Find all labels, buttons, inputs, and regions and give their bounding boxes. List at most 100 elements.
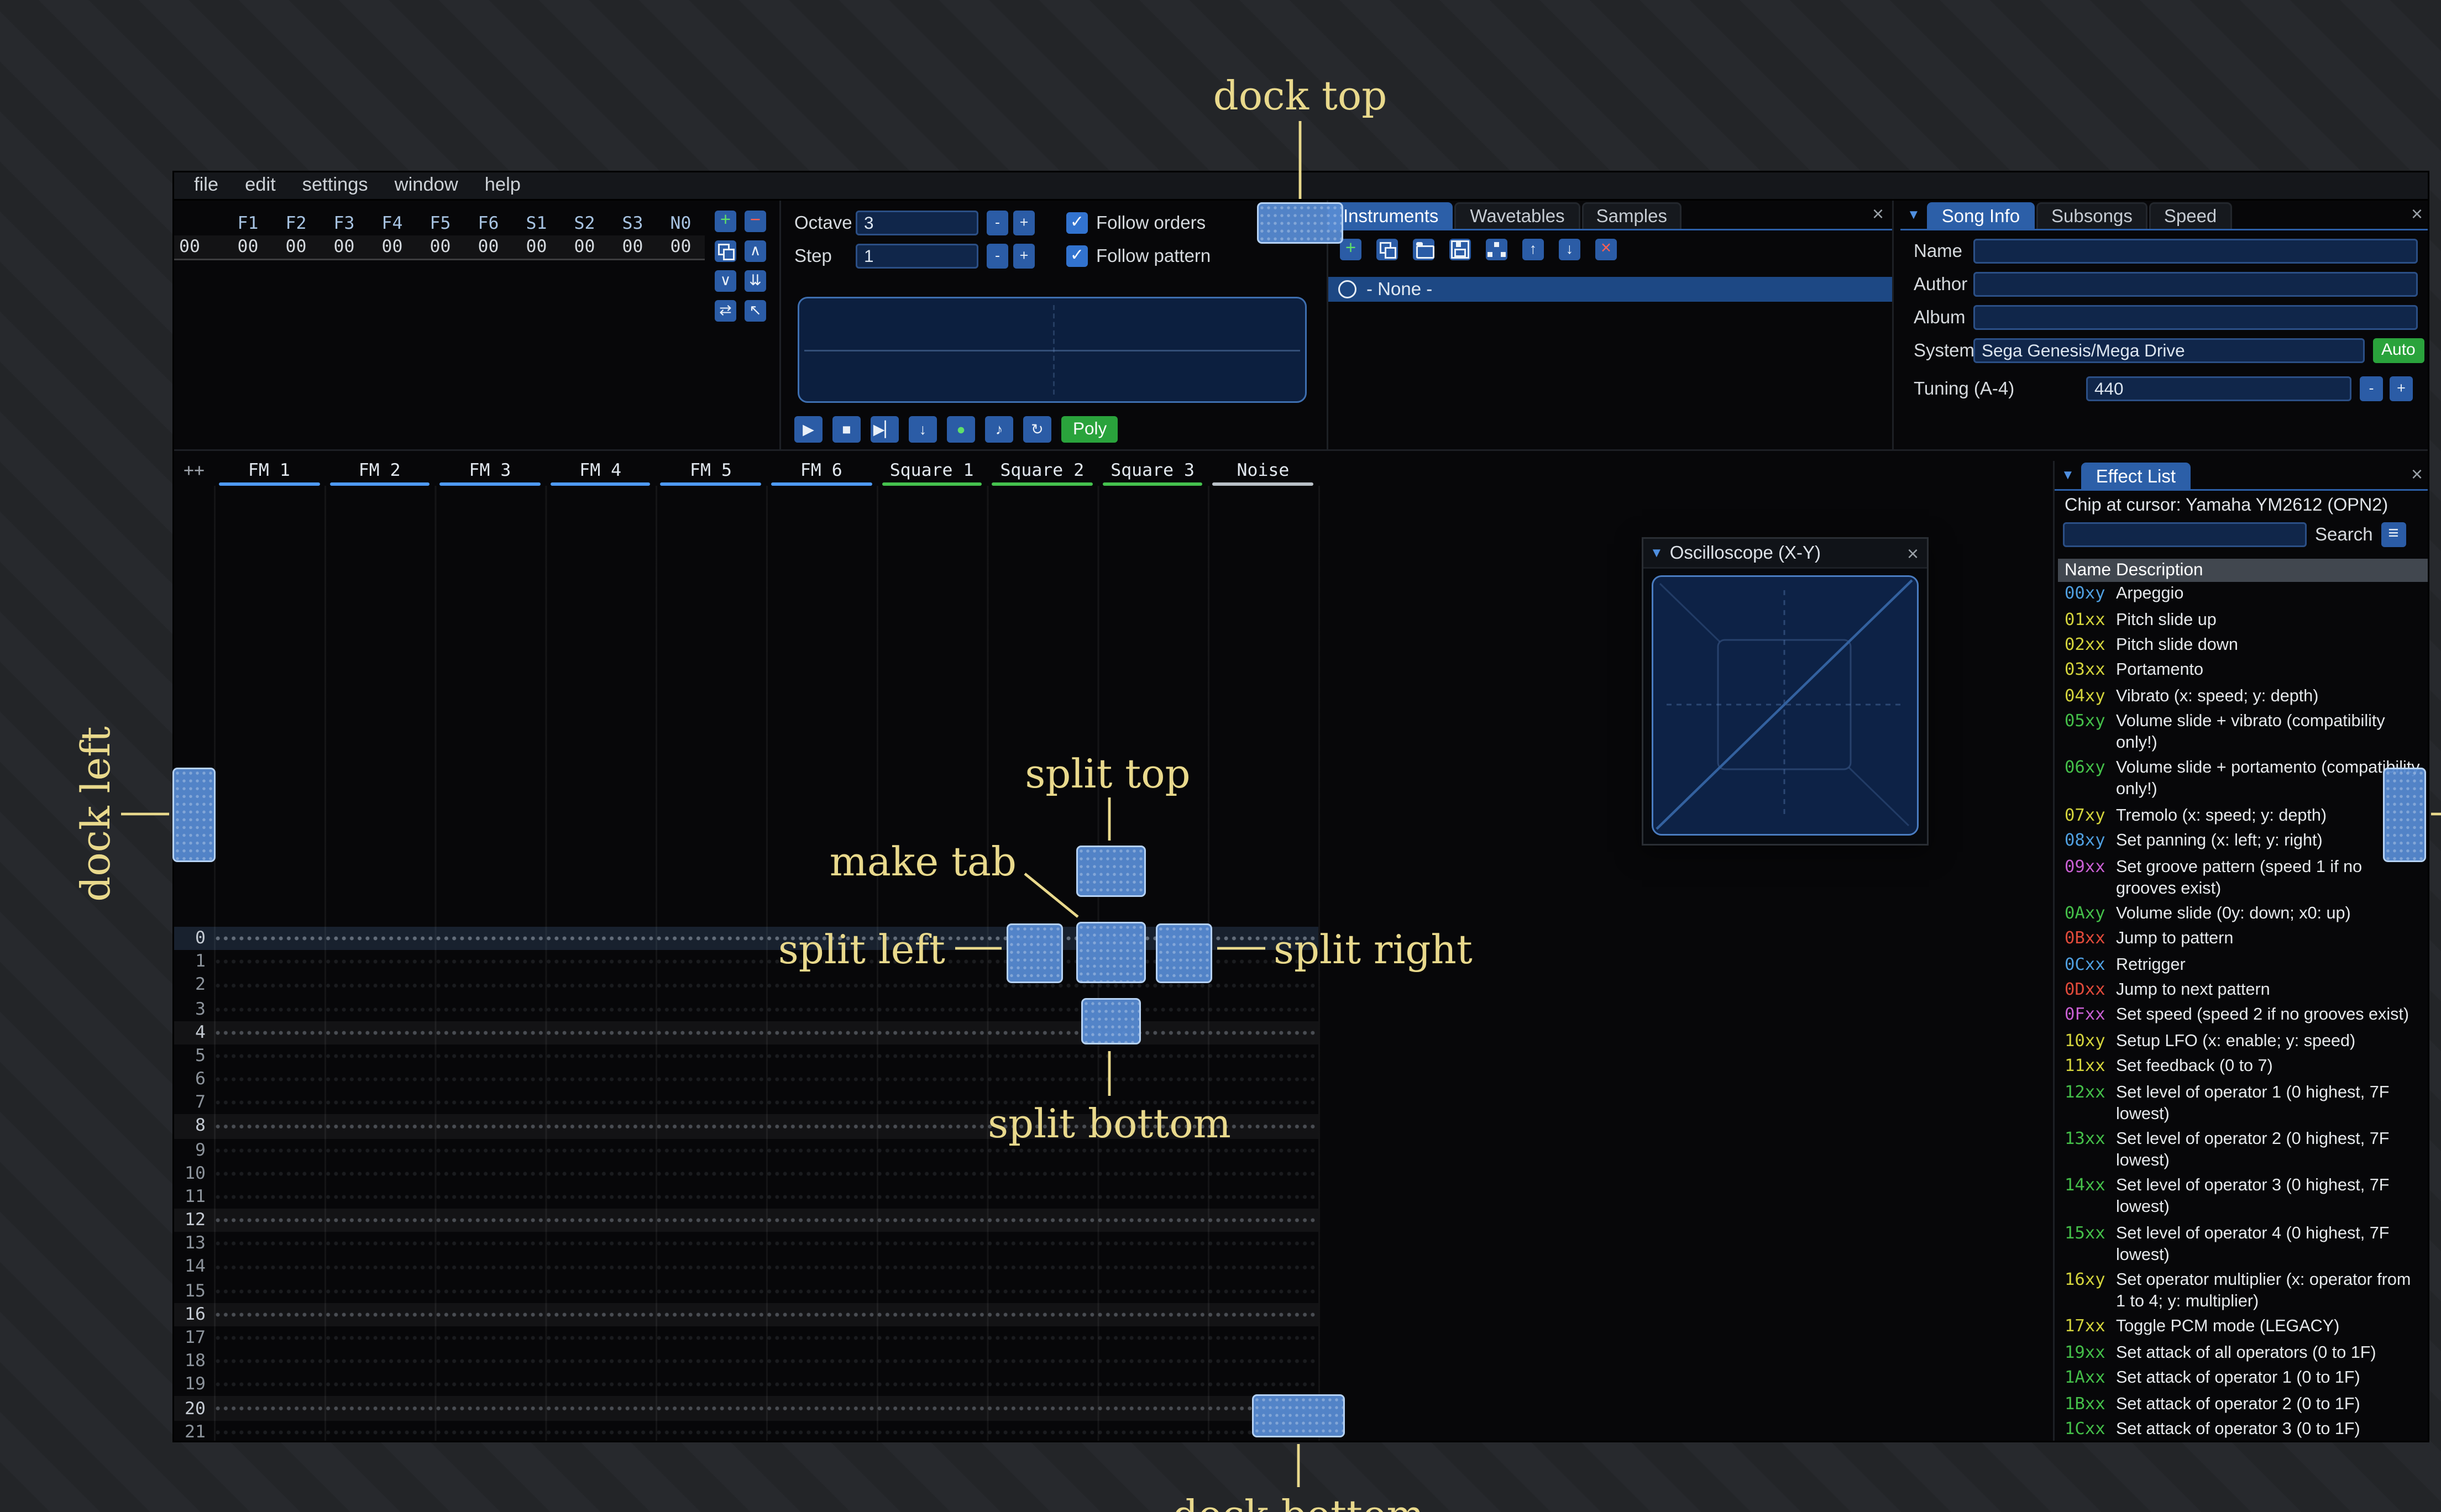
follow-pattern-checkbox[interactable]: ✓ bbox=[1066, 245, 1088, 267]
channel-header[interactable]: FM 1 bbox=[214, 461, 324, 486]
octave-input[interactable] bbox=[856, 211, 978, 235]
channel-header[interactable]: FM 6 bbox=[766, 461, 877, 486]
channel-header[interactable]: Square 1 bbox=[877, 461, 987, 486]
orders-row[interactable]: 00 00 00 00 00 00 00 00 00 00 00 bbox=[174, 235, 705, 260]
channel-header[interactable]: FM 4 bbox=[545, 461, 656, 486]
close-icon[interactable]: × bbox=[2411, 204, 2423, 224]
album-field[interactable] bbox=[1973, 305, 2418, 330]
effect-row[interactable]: 10xy Setup LFO (x: enable; y: speed) bbox=[2065, 1029, 2428, 1054]
effect-row[interactable]: 1Axx Set attack of operator 1 (0 to 1F) bbox=[2065, 1366, 2428, 1392]
poly-button[interactable]: Poly bbox=[1061, 416, 1119, 443]
pattern-row[interactable]: 10 bbox=[174, 1162, 1318, 1185]
pattern-cells[interactable] bbox=[214, 1209, 1318, 1232]
channel-header[interactable]: FM 2 bbox=[324, 461, 435, 486]
play-from-beginning-button[interactable]: ▶▏ bbox=[871, 416, 899, 443]
close-icon[interactable]: × bbox=[2411, 464, 2423, 484]
order-cell[interactable]: 00 bbox=[224, 237, 272, 257]
split-target-right[interactable] bbox=[1156, 923, 1212, 983]
channel-header[interactable]: Square 3 bbox=[1097, 461, 1208, 486]
pattern-row[interactable]: 7 bbox=[174, 1091, 1318, 1115]
effect-row[interactable]: 0Axy Volume slide (0y: down; x0: up) bbox=[2065, 901, 2428, 927]
pattern-cells[interactable] bbox=[214, 1326, 1318, 1350]
duplicate-instrument-button[interactable] bbox=[1376, 239, 1398, 260]
pattern-cells[interactable] bbox=[214, 997, 1318, 1021]
dock-target-left[interactable] bbox=[172, 768, 216, 862]
effect-row[interactable]: 15xx Set level of operator 4 (0 highest, … bbox=[2065, 1221, 2428, 1268]
effect-row[interactable]: 04xy Vibrato (x: speed; y: depth) bbox=[2065, 684, 2428, 710]
effect-row[interactable]: 03xx Portamento bbox=[2065, 658, 2428, 684]
pattern-cells[interactable] bbox=[214, 974, 1318, 998]
octave-decrease-button[interactable]: - bbox=[987, 211, 1008, 235]
pattern-row[interactable]: 21 bbox=[174, 1420, 1318, 1441]
step-increase-button[interactable]: + bbox=[1013, 244, 1035, 269]
pattern-row[interactable]: 20 bbox=[174, 1397, 1318, 1420]
menu-item-edit[interactable]: edit bbox=[232, 176, 289, 196]
pattern-row[interactable]: 0 bbox=[174, 927, 1318, 951]
tuning-field[interactable] bbox=[2086, 376, 2351, 401]
effect-list[interactable]: 00xy Arpeggio 01xx Pitch slide up 02xx Pitc… bbox=[2055, 582, 2428, 1441]
effect-row[interactable]: 1Cxx Set attack of operator 3 (0 to 1F) bbox=[2065, 1417, 2428, 1441]
follow-orders-checkbox[interactable]: ✓ bbox=[1066, 212, 1088, 234]
effect-row[interactable]: 09xx Set groove pattern (speed 1 if no gr… bbox=[2065, 854, 2428, 901]
dock-target-top[interactable] bbox=[1257, 202, 1343, 244]
delete-instrument-button[interactable]: × bbox=[1595, 239, 1617, 260]
pattern-cells[interactable] bbox=[214, 950, 1318, 974]
effect-row[interactable]: 14xx Set level of operator 3 (0 highest, … bbox=[2065, 1174, 2428, 1221]
split-target-bottom[interactable] bbox=[1081, 998, 1141, 1044]
dock-target-bottom[interactable] bbox=[1252, 1394, 1345, 1437]
move-instrument-up-button[interactable]: ↑ bbox=[1522, 239, 1544, 260]
pattern-cells[interactable] bbox=[214, 1397, 1318, 1420]
tab-speed[interactable]: Speed bbox=[2149, 202, 2232, 229]
order-duplicate-button[interactable] bbox=[715, 240, 736, 262]
effect-row[interactable]: 11xx Set feedback (0 to 7) bbox=[2065, 1054, 2428, 1080]
play-button[interactable]: ▶ bbox=[794, 416, 823, 443]
system-field[interactable] bbox=[1973, 338, 2365, 363]
stop-button[interactable]: ■ bbox=[832, 416, 861, 443]
effect-row[interactable]: 17xx Toggle PCM mode (LEGACY) bbox=[2065, 1315, 2428, 1341]
order-cell[interactable]: 00 bbox=[368, 237, 416, 257]
split-target-left[interactable] bbox=[1007, 923, 1063, 983]
pattern-cells[interactable] bbox=[214, 1279, 1318, 1303]
pattern-row[interactable]: 5 bbox=[174, 1044, 1318, 1068]
pattern-cells[interactable] bbox=[214, 1185, 1318, 1209]
effect-row[interactable]: 1Bxx Set attack of operator 2 (0 to 1F) bbox=[2065, 1392, 2428, 1417]
close-icon[interactable]: × bbox=[1907, 544, 1919, 564]
collapse-icon[interactable]: ▼ bbox=[2061, 468, 2075, 482]
order-cell[interactable]: 00 bbox=[416, 237, 464, 257]
close-icon[interactable]: × bbox=[1872, 204, 1884, 224]
effect-row[interactable]: 12xx Set level of operator 1 (0 highest, … bbox=[2065, 1080, 2428, 1127]
pattern-cells[interactable] bbox=[214, 1232, 1318, 1256]
tab-song-info[interactable]: Song Info bbox=[1926, 202, 2035, 229]
tab-wavetables[interactable]: Wavetables bbox=[1455, 202, 1580, 229]
pattern-row[interactable]: 8 bbox=[174, 1115, 1318, 1138]
tab-subsongs[interactable]: Subsongs bbox=[2036, 202, 2147, 229]
pattern-row[interactable]: 9 bbox=[174, 1138, 1318, 1162]
pattern-row[interactable]: 1 bbox=[174, 950, 1318, 974]
pattern-cells[interactable] bbox=[214, 1350, 1318, 1373]
pattern-cells[interactable] bbox=[214, 1115, 1318, 1138]
pattern-cells[interactable] bbox=[214, 1256, 1318, 1279]
author-field[interactable] bbox=[1973, 272, 2418, 297]
pattern-cells[interactable] bbox=[214, 1162, 1318, 1185]
order-change-mode-button[interactable]: ⇄ bbox=[715, 300, 736, 322]
effect-row[interactable]: 0Fxx Set speed (speed 2 if no grooves exi… bbox=[2065, 1004, 2428, 1029]
pattern-cells[interactable] bbox=[214, 1373, 1318, 1397]
effect-row[interactable]: 01xx Pitch slide up bbox=[2065, 607, 2428, 633]
effect-row[interactable]: 19xx Set attack of all operators (0 to 1F… bbox=[2065, 1341, 2428, 1366]
pattern-cells[interactable] bbox=[214, 927, 1318, 951]
pattern-cells[interactable] bbox=[214, 1068, 1318, 1091]
order-cell[interactable]: 00 bbox=[464, 237, 512, 257]
effect-menu-button[interactable]: ≡ bbox=[2381, 522, 2406, 547]
effect-row[interactable]: 08xy Set panning (x: left; y: right) bbox=[2065, 829, 2428, 854]
collapse-icon[interactable]: ▼ bbox=[1650, 545, 1663, 560]
oscilloscope-xy-titlebar[interactable]: ▼ Oscilloscope (X-Y) × bbox=[1643, 539, 1927, 569]
tab-samples[interactable]: Samples bbox=[1581, 202, 1682, 229]
edit-toggle-button[interactable]: ● bbox=[947, 416, 975, 443]
save-instrument-button[interactable] bbox=[1449, 239, 1471, 260]
pattern-row[interactable]: 12 bbox=[174, 1209, 1318, 1232]
instrument-list-item[interactable]: - None - bbox=[1328, 277, 1892, 302]
pattern-row[interactable]: 6 bbox=[174, 1068, 1318, 1091]
pattern-cells[interactable] bbox=[214, 1138, 1318, 1162]
name-field[interactable] bbox=[1973, 239, 2418, 264]
move-instrument-down-button[interactable]: ↓ bbox=[1559, 239, 1580, 260]
